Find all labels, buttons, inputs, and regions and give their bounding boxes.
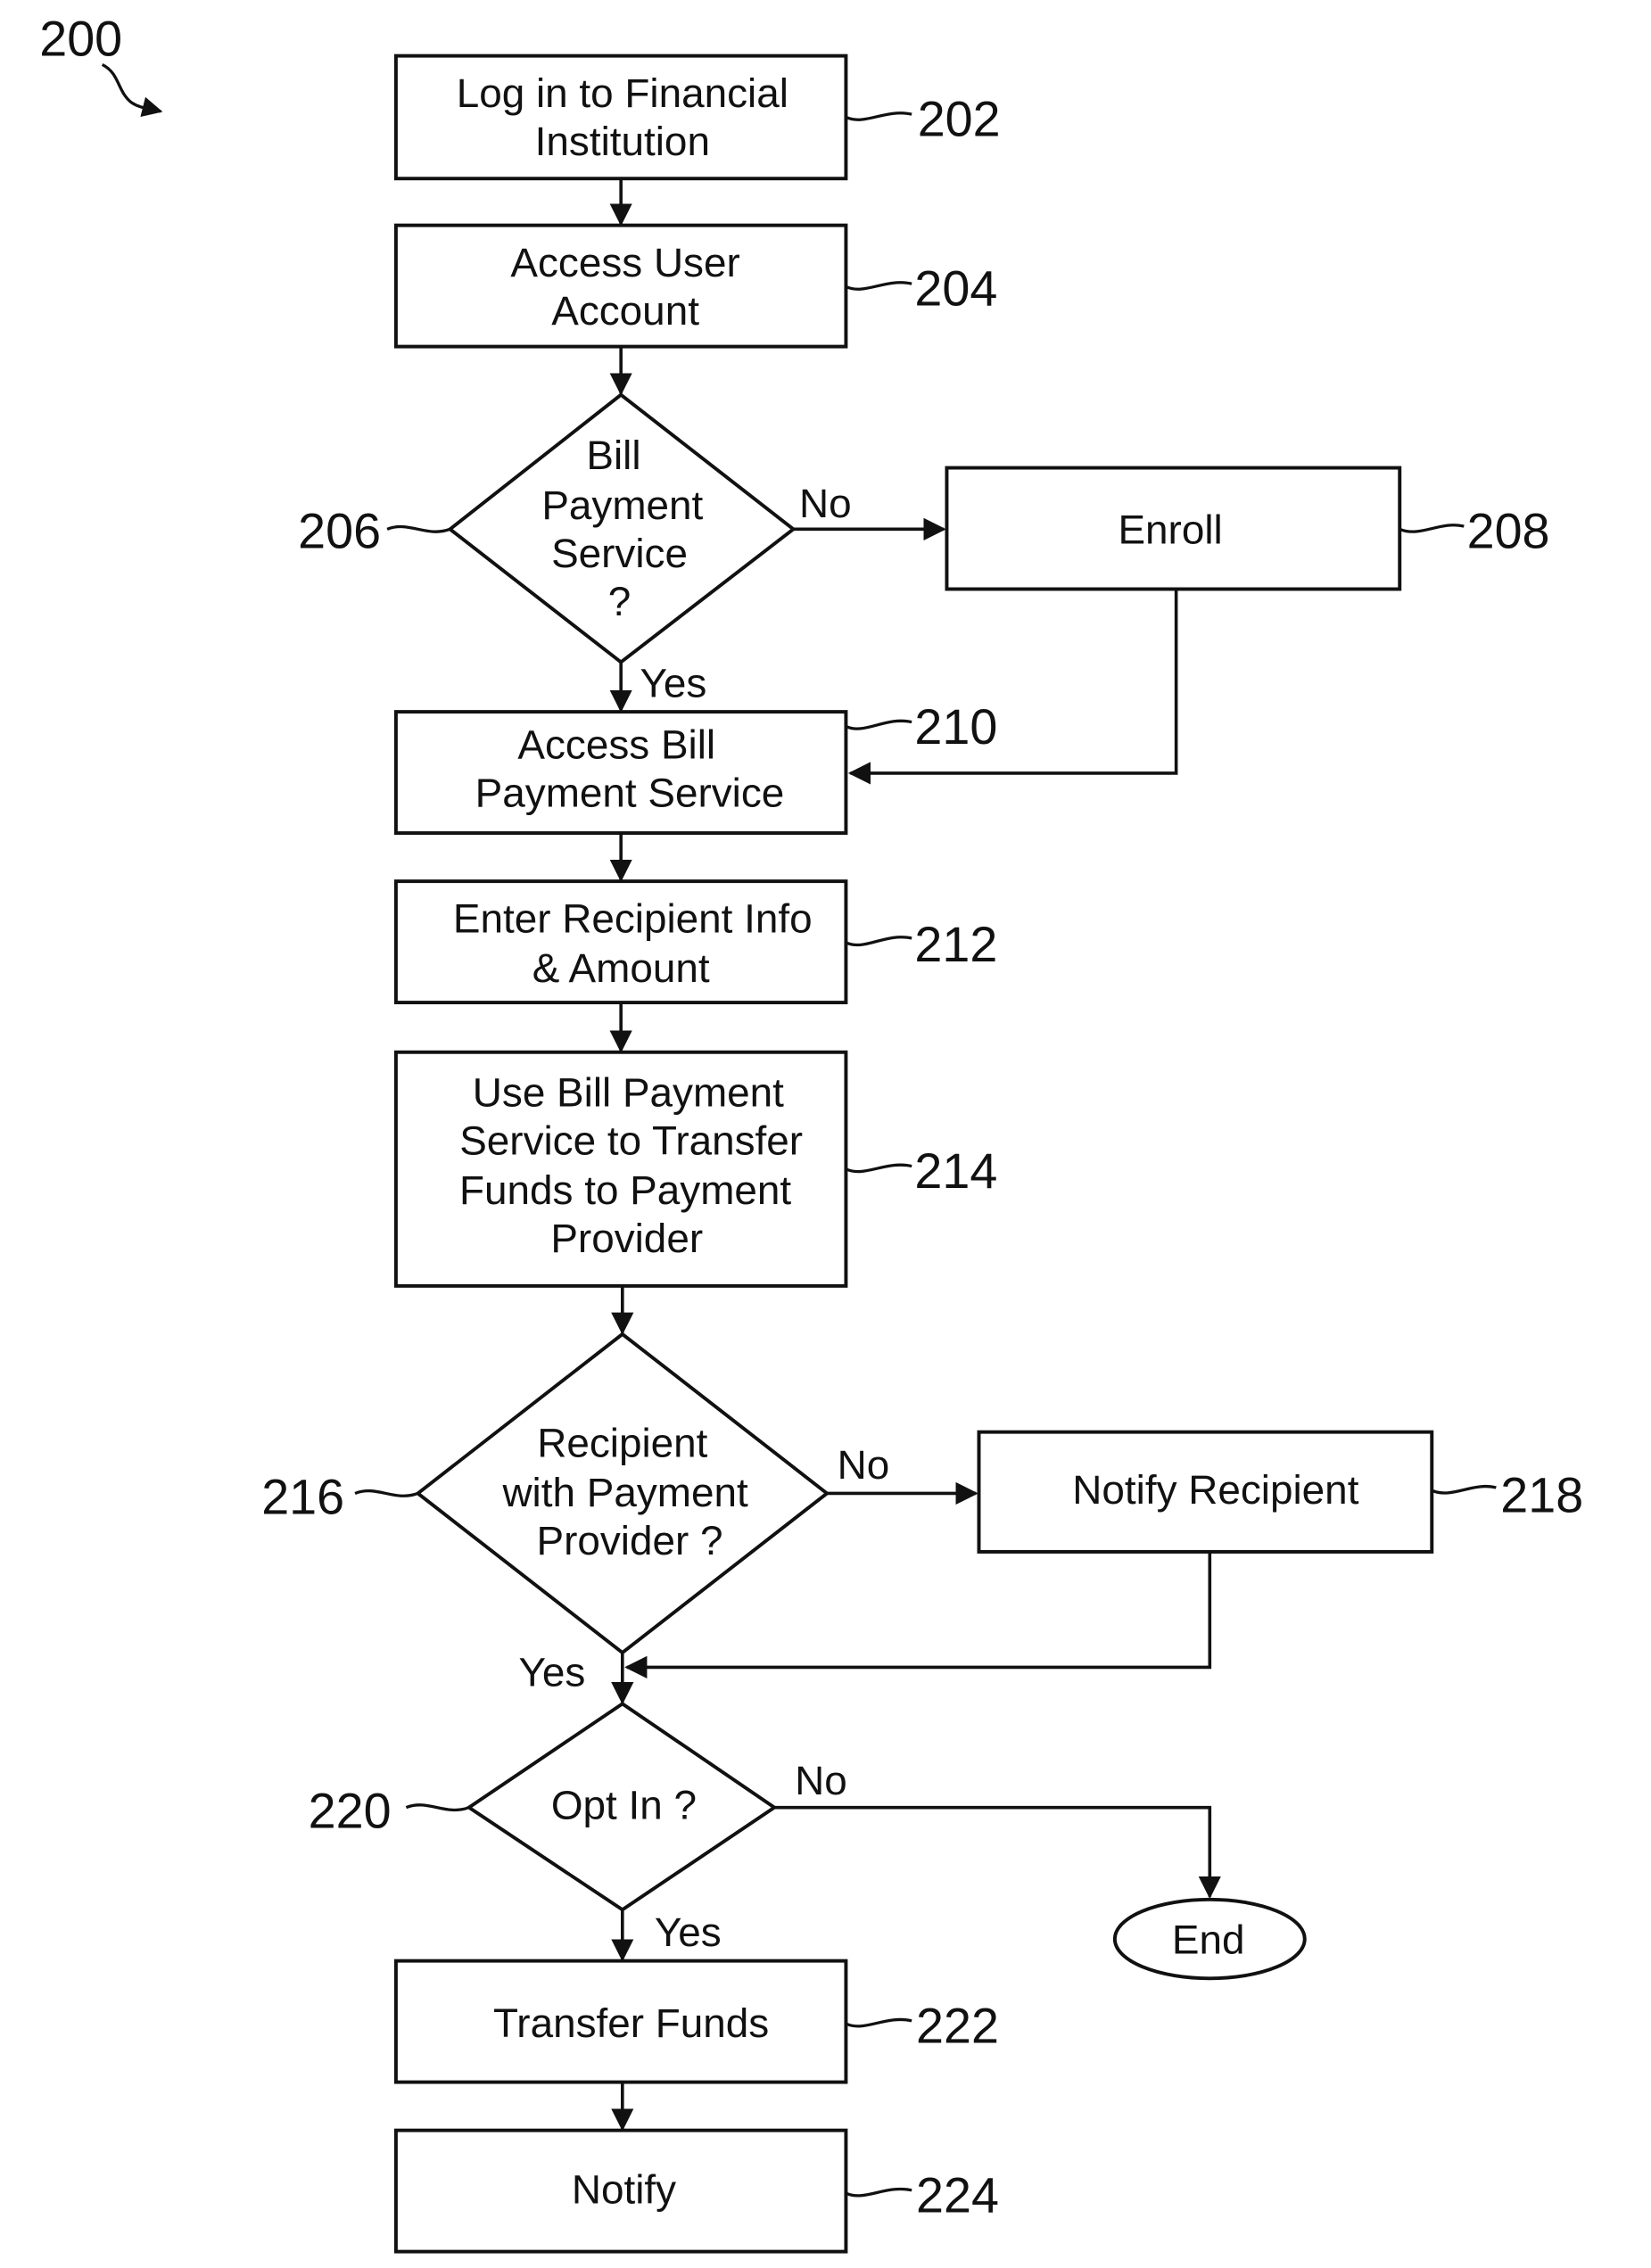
step-218-text: Notify Recipient bbox=[1072, 1466, 1358, 1513]
ref-208: 208 bbox=[1467, 504, 1550, 559]
ref-224: 224 bbox=[916, 2167, 999, 2223]
figure-pointer-arrow bbox=[101, 62, 163, 117]
ref-leader-206 bbox=[386, 524, 451, 533]
ref-222: 222 bbox=[916, 1998, 999, 2053]
step-202-text-line1: Log in to Financial bbox=[457, 70, 788, 116]
decision-206: Bill Payment Service ? bbox=[447, 392, 797, 664]
decision-216: Recipient with Payment Provider ? bbox=[415, 1332, 830, 1655]
ref-leader-224 bbox=[845, 2187, 912, 2198]
edge-208-210 bbox=[847, 589, 1178, 785]
step-204-text-line1: Access User bbox=[510, 239, 739, 285]
end-text: End bbox=[1172, 1916, 1245, 1962]
figure-number: 200 bbox=[39, 12, 122, 67]
ref-220: 220 bbox=[309, 1784, 392, 1839]
ref-leader-216 bbox=[354, 1489, 419, 1497]
decision-216-text-line2: with Payment bbox=[501, 1469, 748, 1515]
edge-220-222-label-yes: Yes bbox=[655, 1909, 722, 1955]
ref-leader-218 bbox=[1431, 1485, 1497, 1495]
ref-leader-214 bbox=[845, 1163, 912, 1174]
ref-leader-208 bbox=[1399, 524, 1465, 533]
ref-216: 216 bbox=[261, 1469, 344, 1524]
edge-216-218-label-no: No bbox=[838, 1441, 890, 1488]
ref-212: 212 bbox=[914, 917, 997, 972]
ref-214: 214 bbox=[914, 1143, 997, 1199]
step-224-text: Notify bbox=[572, 2166, 676, 2213]
step-212-text-line1: Enter Recipient Info bbox=[453, 895, 813, 941]
step-218-box: Notify Recipient bbox=[977, 1430, 1434, 1554]
ref-leader-212 bbox=[845, 936, 912, 947]
ref-leader-202 bbox=[845, 111, 912, 121]
ref-210: 210 bbox=[914, 699, 997, 755]
step-212-text-line2: & Amount bbox=[532, 944, 710, 991]
step-214-text-line4: Provider bbox=[550, 1215, 703, 1261]
ref-leader-204 bbox=[845, 281, 912, 291]
step-210-text-line2: Payment Service bbox=[475, 770, 785, 816]
ref-204: 204 bbox=[914, 261, 997, 317]
step-224-box: Notify bbox=[393, 2128, 848, 2254]
ref-218: 218 bbox=[1500, 1468, 1583, 1523]
step-210-text-line1: Access Bill bbox=[517, 722, 715, 768]
decision-206-text-line1: Bill bbox=[586, 432, 640, 478]
step-208-box: Enroll bbox=[945, 466, 1402, 591]
edge-206-208-label-no: No bbox=[799, 480, 852, 526]
decision-220: Opt In ? bbox=[466, 1701, 778, 1912]
step-222-box: Transfer Funds bbox=[393, 1959, 848, 2084]
ref-206: 206 bbox=[298, 504, 381, 559]
decision-216-text-line1: Recipient bbox=[537, 1420, 707, 1466]
ref-leader-210 bbox=[845, 719, 912, 730]
step-210-box: Access Bill Payment Service bbox=[393, 710, 848, 836]
edge-220-end-label-no: No bbox=[795, 1757, 847, 1803]
edge-216-220-label-yes: Yes bbox=[519, 1649, 586, 1695]
decision-220-text: Opt In ? bbox=[551, 1782, 697, 1828]
step-208-text: Enroll bbox=[1118, 507, 1222, 553]
decision-206-text-line4: ? bbox=[608, 578, 632, 624]
step-214-box: Use Bill Payment Service to Transfer Fun… bbox=[393, 1050, 848, 1288]
decision-206-text-line2: Payment bbox=[541, 482, 703, 528]
step-214-text-line3: Funds to Payment bbox=[459, 1167, 791, 1213]
ref-202: 202 bbox=[918, 92, 1001, 147]
step-212-box: Enter Recipient Info & Amount bbox=[393, 879, 848, 1005]
end-terminator: End bbox=[1112, 1897, 1307, 1981]
step-214-text-line1: Use Bill Payment bbox=[473, 1068, 784, 1115]
edge-220-end bbox=[774, 1805, 1221, 1900]
step-204-text-line2: Account bbox=[551, 287, 699, 334]
ref-leader-220 bbox=[405, 1803, 470, 1812]
step-222-text: Transfer Funds bbox=[493, 2000, 769, 2046]
step-204-box: Access User Account bbox=[393, 223, 848, 349]
flowchart: 200 Log in to Financial Institution 202 … bbox=[39, 12, 1583, 2254]
ref-leader-222 bbox=[845, 2017, 912, 2028]
step-202-box: Log in to Financial Institution bbox=[393, 54, 848, 181]
decision-216-text-line3: Provider ? bbox=[536, 1517, 722, 1563]
step-214-text-line2: Service to Transfer bbox=[459, 1117, 803, 1163]
step-202-text-line2: Institution bbox=[535, 118, 710, 164]
decision-206-text-line3: Service bbox=[551, 530, 688, 576]
edge-206-210-label-yes: Yes bbox=[640, 660, 706, 706]
